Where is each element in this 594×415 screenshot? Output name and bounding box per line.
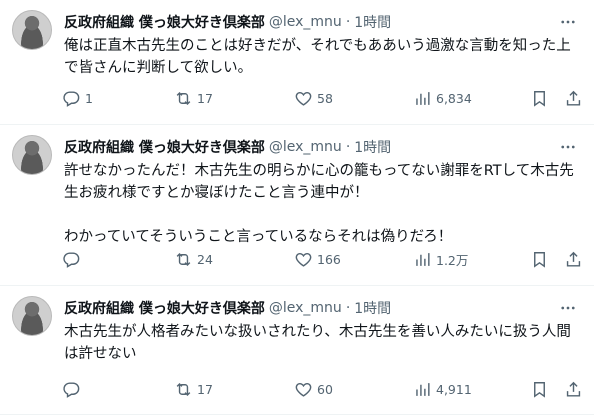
view-count: 4,911 — [436, 381, 472, 397]
display-name[interactable]: 反政府組織 僕っ娘大好き倶楽部 — [64, 137, 265, 157]
retweet-count: 24 — [197, 251, 213, 267]
tweet[interactable]: 反政府組織 僕っ娘大好き倶楽部 @lex_mnu · 1時間 木古先生が人格者み… — [0, 286, 594, 415]
share-button[interactable] — [564, 247, 583, 271]
bookmark-icon — [534, 381, 545, 398]
heart-icon — [295, 91, 312, 106]
bookmark-icon — [534, 251, 545, 268]
action-bar: 17 60 4,911 — [56, 377, 586, 401]
views-icon — [416, 252, 430, 266]
more-icon[interactable] — [558, 12, 578, 32]
share-button[interactable] — [564, 86, 583, 110]
reply-button[interactable] — [62, 377, 85, 401]
like-button[interactable]: 166 — [294, 247, 341, 271]
heart-icon — [295, 252, 312, 267]
action-bar: 24 166 1.2万 — [56, 247, 586, 271]
bookmark-button[interactable] — [530, 86, 549, 110]
more-icon[interactable] — [558, 298, 578, 318]
bookmark-button[interactable] — [530, 377, 549, 401]
share-icon — [566, 251, 581, 267]
user-handle[interactable]: @lex_mnu — [269, 14, 342, 30]
retweet-button[interactable]: 17 — [174, 86, 213, 110]
bookmark-button[interactable] — [530, 247, 549, 271]
user-handle[interactable]: @lex_mnu — [269, 300, 342, 316]
timestamp[interactable]: 1時間 — [354, 298, 391, 318]
timestamp[interactable]: 1時間 — [354, 12, 391, 32]
like-count: 166 — [317, 251, 341, 267]
reply-count: 1 — [85, 90, 93, 106]
like-count: 58 — [317, 90, 333, 106]
retweet-button[interactable]: 24 — [174, 247, 213, 271]
tweet-header: 反政府組織 僕っ娘大好き倶楽部 @lex_mnu · 1時間 — [64, 298, 391, 318]
retweet-icon — [176, 252, 191, 266]
like-button[interactable]: 60 — [294, 377, 333, 401]
more-icon[interactable] — [558, 137, 578, 157]
reply-button[interactable] — [62, 247, 85, 271]
bookmark-icon — [534, 90, 545, 107]
separator-dot: · — [345, 300, 351, 316]
views-icon — [416, 382, 430, 396]
tweet-text: 許せなかったんだ！木古先生の明らかに心の籠もってない謝罪をRTして木古先生お疲れ… — [64, 163, 574, 245]
retweet-icon — [176, 91, 191, 105]
user-handle[interactable]: @lex_mnu — [269, 139, 342, 155]
like-button[interactable]: 58 — [294, 86, 333, 110]
retweet-icon — [176, 382, 191, 396]
action-bar: 1 17 58 6,834 — [56, 86, 586, 110]
tweet-header: 反政府組織 僕っ娘大好き倶楽部 @lex_mnu · 1時間 — [64, 137, 391, 157]
timestamp[interactable]: 1時間 — [354, 137, 391, 157]
share-icon — [566, 90, 581, 106]
views-button[interactable]: 1.2万 — [413, 247, 468, 271]
reply-button[interactable]: 1 — [62, 86, 93, 110]
view-count: 6,834 — [436, 90, 472, 106]
views-button[interactable]: 4,911 — [413, 377, 472, 401]
reply-icon — [63, 90, 80, 107]
heart-icon — [295, 382, 312, 397]
share-icon — [566, 381, 581, 397]
retweet-button[interactable]: 17 — [174, 377, 213, 401]
display-name[interactable]: 反政府組織 僕っ娘大好き倶楽部 — [64, 298, 265, 318]
view-count: 1.2万 — [436, 252, 469, 268]
views-icon — [416, 91, 430, 105]
timeline: 反政府組織 僕っ娘大好き倶楽部 @lex_mnu · 1時間 俺は正直木古先生の… — [0, 0, 594, 415]
tweet-header: 反政府組織 僕っ娘大好き倶楽部 @lex_mnu · 1時間 — [64, 12, 391, 32]
reply-icon — [63, 251, 80, 268]
share-button[interactable] — [564, 377, 583, 401]
retweet-count: 17 — [197, 90, 213, 106]
avatar[interactable] — [12, 10, 52, 50]
display-name[interactable]: 反政府組織 僕っ娘大好き倶楽部 — [64, 12, 265, 32]
views-button[interactable]: 6,834 — [413, 86, 472, 110]
tweet-text: 木古先生が人格者みたいな扱いされたり、木古先生を善い人みたいに扱う人間は許せない — [64, 324, 571, 362]
tweet[interactable]: 反政府組織 僕っ娘大好き倶楽部 @lex_mnu · 1時間 許せなかったんだ！… — [0, 125, 594, 286]
separator-dot: · — [345, 139, 351, 155]
like-count: 60 — [317, 381, 333, 397]
separator-dot: · — [345, 14, 351, 30]
reply-icon — [63, 381, 80, 398]
avatar[interactable] — [12, 296, 52, 336]
tweet[interactable]: 反政府組織 僕っ娘大好き倶楽部 @lex_mnu · 1時間 俺は正直木古先生の… — [0, 0, 594, 125]
avatar[interactable] — [12, 135, 52, 175]
retweet-count: 17 — [197, 381, 213, 397]
tweet-text: 俺は正直木古先生のことは好きだが、それでもああいう過激な言動を知った上で皆さんに… — [64, 38, 571, 76]
